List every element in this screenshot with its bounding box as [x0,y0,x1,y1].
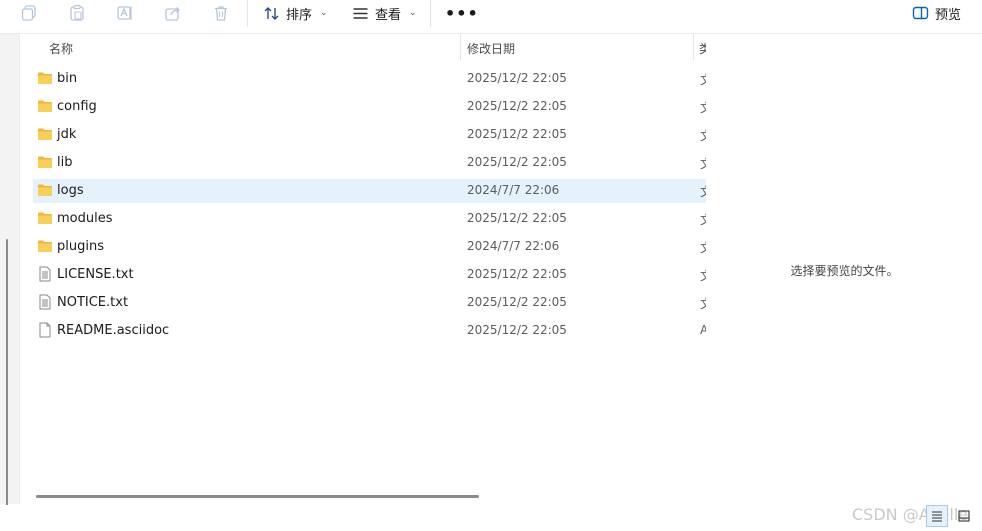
horizontal-scrollbar[interactable] [36,495,479,498]
file-name: logs [57,183,84,198]
file-date: 2025/12/2 22:05 [467,155,567,169]
view-button[interactable]: 查看 ⌄ [352,2,417,24]
file-type: 文 [700,71,706,88]
details-view-button[interactable] [926,505,948,527]
file-date: 2025/12/2 22:05 [467,71,567,85]
file-icon [37,322,53,338]
file-date: 2025/12/2 22:05 [467,211,567,225]
file-name: plugins [57,239,104,254]
tiles-view-button[interactable] [953,505,975,527]
file-row-jdk[interactable]: jdk 2025/12/2 22:05 文 [33,123,706,147]
preview-label: 预览 [935,7,962,23]
file-date: 2025/12/2 22:05 [467,295,567,309]
more-options-button[interactable]: ••• [445,2,479,24]
preview-pane-icon [912,6,929,19]
file-name: LICENSE.txt [57,267,134,282]
file-type: 文 [700,155,706,172]
share-icon[interactable] [162,2,184,24]
file-date: 2025/12/2 22:05 [467,323,567,337]
toolbar-divider [247,0,248,27]
file-date: 2025/12/2 22:05 [467,99,567,113]
paste-icon[interactable] [66,2,88,24]
navigation-scrollbar[interactable] [6,239,8,519]
file-date: 2025/12/2 22:05 [467,127,567,141]
watermark: CSDN @Adelle [852,505,969,524]
file-name: config [57,99,97,114]
sort-ascending-icon: ^ [248,34,257,41]
view-list-icon [353,7,368,19]
file-row-lib[interactable]: lib 2025/12/2 22:05 文 [33,151,706,175]
file-type: 文 [700,267,706,284]
column-type[interactable]: 类 [699,40,706,57]
file-type: 文 [700,239,706,256]
folder-icon [37,70,53,86]
file-name: NOTICE.txt [57,295,129,310]
file-type: 文 [700,127,706,144]
command-bar: 排序 ⌄ 查看 ⌄ ••• 预览 [0,0,982,34]
file-date: 2025/12/2 22:05 [467,267,567,281]
file-list: ^ 名称 修改日期 类 bin 2025/12/2 22:05 文 config 202… [20,34,706,504]
tiles-view-icon [958,510,970,522]
column-header: ^ 名称 修改日期 类 [20,34,706,60]
file-name: jdk [57,127,77,142]
file-row-license-txt[interactable]: LICENSE.txt 2025/12/2 22:05 文 [33,263,706,287]
sort-icon [264,6,279,20]
file-name: modules [57,211,113,226]
column-name[interactable]: 名称 [49,40,73,57]
file-type: 文 [700,295,706,312]
text-file-icon [37,294,53,310]
text-file-icon [37,266,53,282]
file-type: 文 [700,211,706,228]
chevron-down-icon: ⌄ [409,8,417,18]
file-name: lib [57,155,73,170]
sort-label: 排序 [286,7,313,23]
copy-icon[interactable] [18,2,40,24]
folder-icon [37,126,53,142]
folder-icon [37,210,53,226]
file-row-modules[interactable]: modules 2025/12/2 22:05 文 [33,207,706,231]
preview-pane-button[interactable]: 预览 [912,2,961,24]
file-row-logs[interactable]: logs 2024/7/7 22:06 文 [33,179,706,203]
file-row-plugins[interactable]: plugins 2024/7/7 22:06 文 [33,235,706,259]
column-divider[interactable] [693,34,694,60]
file-date: 2024/7/7 22:06 [467,239,560,253]
file-type: 文 [700,183,706,200]
preview-empty-message: 选择要预览的文件。 [790,264,899,278]
file-name: bin [57,71,78,86]
column-divider[interactable] [460,34,461,60]
file-date: 2024/7/7 22:06 [467,183,560,197]
navigation-pane [0,34,20,519]
column-date[interactable]: 修改日期 [467,40,515,57]
folder-icon [37,98,53,114]
delete-icon[interactable] [210,2,232,24]
file-row-notice-txt[interactable]: NOTICE.txt 2025/12/2 22:05 文 [33,291,706,315]
folder-icon [37,182,53,198]
toolbar-divider [430,0,431,27]
chevron-down-icon: ⌄ [320,8,328,18]
status-bar: CSDN @Adelle [0,505,982,531]
view-label: 查看 [375,7,402,23]
file-row-config[interactable]: config 2025/12/2 22:05 文 [33,95,706,119]
sort-button[interactable]: 排序 ⌄ [263,2,328,24]
file-type: A [700,323,706,337]
file-type: 文 [700,99,706,116]
file-row-bin[interactable]: bin 2025/12/2 22:05 文 [33,67,706,91]
file-name: README.asciidoc [57,323,170,338]
folder-icon [37,238,53,254]
rename-icon[interactable] [114,2,136,24]
details-view-icon [932,511,942,522]
preview-pane: 选择要预览的文件。 [707,34,982,504]
folder-icon [37,154,53,170]
file-row-readme-asciidoc[interactable]: README.asciidoc 2025/12/2 22:05 A [33,319,706,343]
